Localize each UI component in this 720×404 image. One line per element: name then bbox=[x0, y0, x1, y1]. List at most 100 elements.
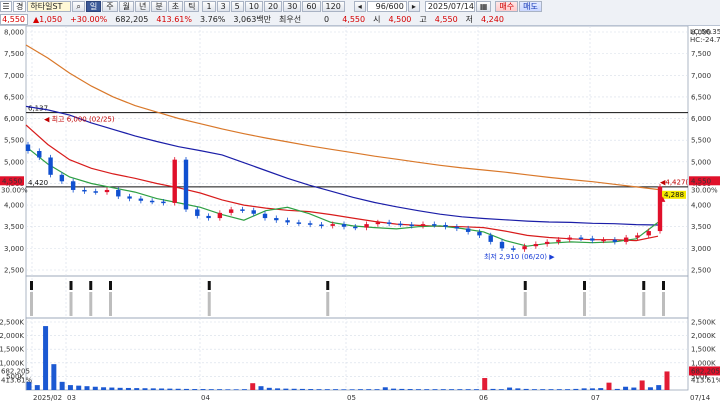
volume-bar bbox=[523, 388, 529, 390]
period-button-2[interactable]: 월 bbox=[118, 1, 134, 12]
signal-mark bbox=[563, 281, 567, 290]
signal-mark bbox=[543, 281, 547, 290]
price-change-pct: +30.00% bbox=[70, 15, 108, 24]
price-tick-left: 8,000 bbox=[4, 29, 24, 37]
buy-button[interactable]: 매수 bbox=[495, 1, 519, 12]
date-field[interactable]: 2025/07/14 bbox=[424, 1, 475, 12]
chevron-right-icon[interactable]: ▸ bbox=[407, 1, 420, 12]
candle-body bbox=[567, 237, 572, 240]
calendar-icon[interactable]: ▦ bbox=[475, 1, 492, 12]
signal-bar bbox=[188, 292, 191, 316]
signal-mark bbox=[128, 281, 132, 290]
signal-bar bbox=[662, 292, 665, 316]
signal-bar bbox=[444, 292, 448, 316]
candle-body bbox=[37, 151, 42, 158]
interval-button-0[interactable]: 1 bbox=[202, 1, 216, 12]
volume-bar bbox=[183, 388, 189, 390]
signal-bar bbox=[583, 292, 586, 316]
signal-mark bbox=[30, 281, 33, 290]
interval-button-3[interactable]: 10 bbox=[244, 1, 263, 12]
price-volume-chart[interactable]: 6,1374,420 ◀ 최고 6,000 (02/25)최저 2,910 (0… bbox=[0, 26, 720, 404]
interval-button-7[interactable]: 120 bbox=[321, 1, 345, 12]
period-button-1[interactable]: 주 bbox=[102, 1, 118, 12]
volume-tick-left: 2,000K bbox=[0, 332, 24, 340]
interval-button-5[interactable]: 30 bbox=[283, 1, 302, 12]
period-button-5[interactable]: 초 bbox=[167, 1, 184, 12]
volume-bar bbox=[606, 382, 612, 390]
signal-mark bbox=[346, 281, 349, 290]
volume-bar bbox=[200, 389, 206, 390]
chevron-left-icon[interactable]: ◂ bbox=[353, 1, 366, 12]
price-tick-right: 7,000 bbox=[691, 72, 711, 80]
volume-tick-left: 2,500K bbox=[0, 319, 24, 327]
reference-line-label: 4,420 bbox=[28, 179, 48, 187]
stack-icon[interactable]: ☰ bbox=[0, 1, 12, 12]
pref-value: 0 bbox=[324, 15, 330, 24]
current-pct-label: 30.00% bbox=[691, 186, 718, 194]
volume-bar bbox=[159, 388, 165, 390]
candle-body bbox=[533, 244, 539, 247]
open-value: 4,550 bbox=[342, 15, 366, 24]
volume-bar bbox=[391, 388, 397, 390]
volume-bar bbox=[92, 386, 98, 390]
price-tick-right: 4,000 bbox=[691, 202, 711, 210]
x-axis-label: 06 bbox=[479, 394, 488, 402]
price-tick-left: 3,500 bbox=[4, 223, 24, 231]
volume-bar bbox=[548, 389, 554, 390]
price-tick-right: 7,500 bbox=[691, 50, 711, 58]
interval-button-4[interactable]: 20 bbox=[263, 1, 283, 12]
volume-bar bbox=[84, 386, 90, 390]
count-display[interactable]: 96/600 bbox=[366, 1, 407, 12]
current-price: 4,550 bbox=[0, 14, 28, 25]
volume-bar bbox=[308, 389, 314, 390]
current-price-label-left: 4,550 bbox=[2, 177, 22, 185]
volume-current-label: 682,205 bbox=[691, 367, 720, 375]
volume-bar bbox=[515, 388, 521, 390]
signal-bar bbox=[49, 292, 53, 316]
volume-tick-left: 1,000K bbox=[0, 359, 24, 367]
target-annotation: 4,288 bbox=[664, 191, 684, 199]
volume-bar bbox=[357, 389, 363, 390]
signal-bar bbox=[69, 292, 73, 316]
volume-bar bbox=[415, 389, 421, 390]
volume-bar bbox=[556, 389, 562, 390]
candle-body bbox=[556, 239, 561, 242]
candle-body bbox=[646, 231, 651, 236]
period-button-6[interactable]: 틱 bbox=[184, 1, 200, 12]
volume-bar bbox=[324, 389, 330, 390]
signal-bar bbox=[227, 292, 231, 316]
stock-name-field[interactable]: 하타일ST bbox=[27, 1, 72, 12]
volume-bar bbox=[449, 389, 455, 390]
volume-bar bbox=[275, 388, 281, 390]
volume-bar bbox=[101, 387, 107, 390]
interval-button-1[interactable]: 3 bbox=[216, 1, 230, 12]
signal-bar bbox=[286, 292, 290, 316]
price-tick-left: 2,500 bbox=[4, 267, 24, 275]
candle-body bbox=[454, 226, 460, 229]
price-tick-left: 4,000 bbox=[4, 202, 24, 210]
signal-bar bbox=[306, 292, 310, 316]
period-button-0[interactable]: 일 bbox=[85, 1, 102, 12]
volume-bar bbox=[67, 385, 73, 390]
candle-body bbox=[443, 224, 448, 227]
volume-bar bbox=[382, 387, 388, 390]
toolbar-row-top: ☰ 경 하타일ST ⌕ 일주월년분초틱 1 3 5 10 20 30 60 120 ◂ 96/… bbox=[0, 0, 543, 13]
signal-bar bbox=[523, 292, 527, 316]
volume-bar bbox=[598, 388, 604, 390]
volume-bar bbox=[241, 389, 247, 390]
period-button-4[interactable]: 분 bbox=[151, 1, 167, 12]
volume-bar bbox=[34, 385, 40, 390]
search-icon[interactable]: ⌕ bbox=[72, 1, 85, 12]
candle-body bbox=[522, 246, 527, 250]
period-button-3[interactable]: 년 bbox=[134, 1, 151, 12]
volume-ratio-label: 413.61% bbox=[691, 376, 720, 384]
interval-button-2[interactable]: 5 bbox=[230, 1, 244, 12]
volume-bar bbox=[258, 386, 264, 390]
candle-body bbox=[341, 224, 347, 227]
volume-bar bbox=[333, 389, 339, 390]
candle-body bbox=[612, 239, 618, 242]
volume-bar bbox=[407, 389, 413, 390]
sell-button[interactable]: 매도 bbox=[519, 1, 542, 12]
volume-bar bbox=[432, 389, 438, 390]
interval-button-6[interactable]: 60 bbox=[302, 1, 321, 12]
